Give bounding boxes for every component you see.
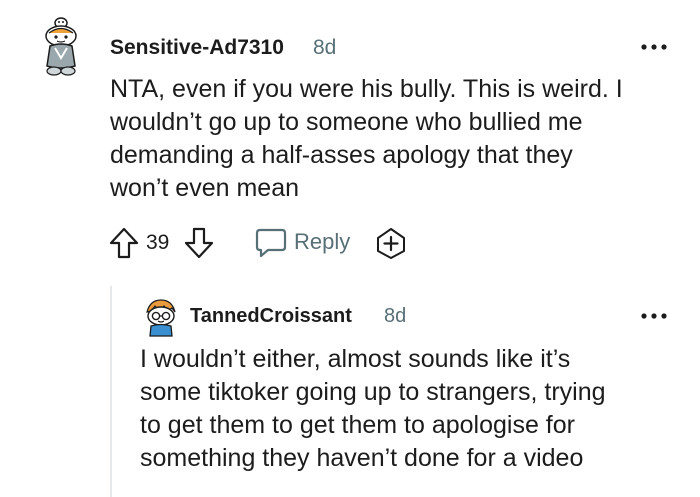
reply-label: Reply — [294, 229, 351, 254]
avatar[interactable] — [37, 14, 85, 78]
comment-line: some tiktoker going up to strangers, try… — [140, 378, 606, 406]
thread-line[interactable] — [110, 286, 112, 497]
award-plus-icon[interactable] — [374, 226, 408, 260]
comment-body: I wouldn’t either, almost sounds like it… — [140, 343, 685, 475]
timestamp: 8d — [384, 305, 407, 327]
downvote-arrow-icon[interactable] — [183, 226, 215, 260]
username[interactable]: Sensitive-Ad7310 — [110, 36, 284, 60]
avatar[interactable] — [140, 296, 182, 338]
comment-line: wouldn’t go up to someone who bullied me — [110, 108, 583, 136]
speech-bubble-icon — [254, 225, 288, 259]
vote-count: 39 — [146, 231, 170, 254]
timestamp: 8d — [313, 36, 337, 59]
more-options-icon[interactable] — [640, 309, 668, 323]
reply-button[interactable]: Reply — [254, 224, 359, 260]
upvote-arrow-icon[interactable] — [108, 226, 140, 260]
comment-body: NTA, even if you were his bully. This is… — [110, 73, 680, 205]
username[interactable]: TannedCroissant — [190, 305, 352, 328]
comment-line: won’t even mean — [110, 174, 300, 202]
more-options-icon[interactable] — [640, 40, 668, 54]
comment-line: something they haven’t done for a video — [140, 444, 584, 472]
comment-line: I wouldn’t either, almost sounds like it… — [140, 345, 571, 373]
comment-line: to get them to get them to apologise for — [140, 411, 575, 439]
comment-line: NTA, even if you were his bully. This is… — [110, 75, 623, 103]
comment-line: demanding a half-asses apology that they — [110, 141, 573, 169]
